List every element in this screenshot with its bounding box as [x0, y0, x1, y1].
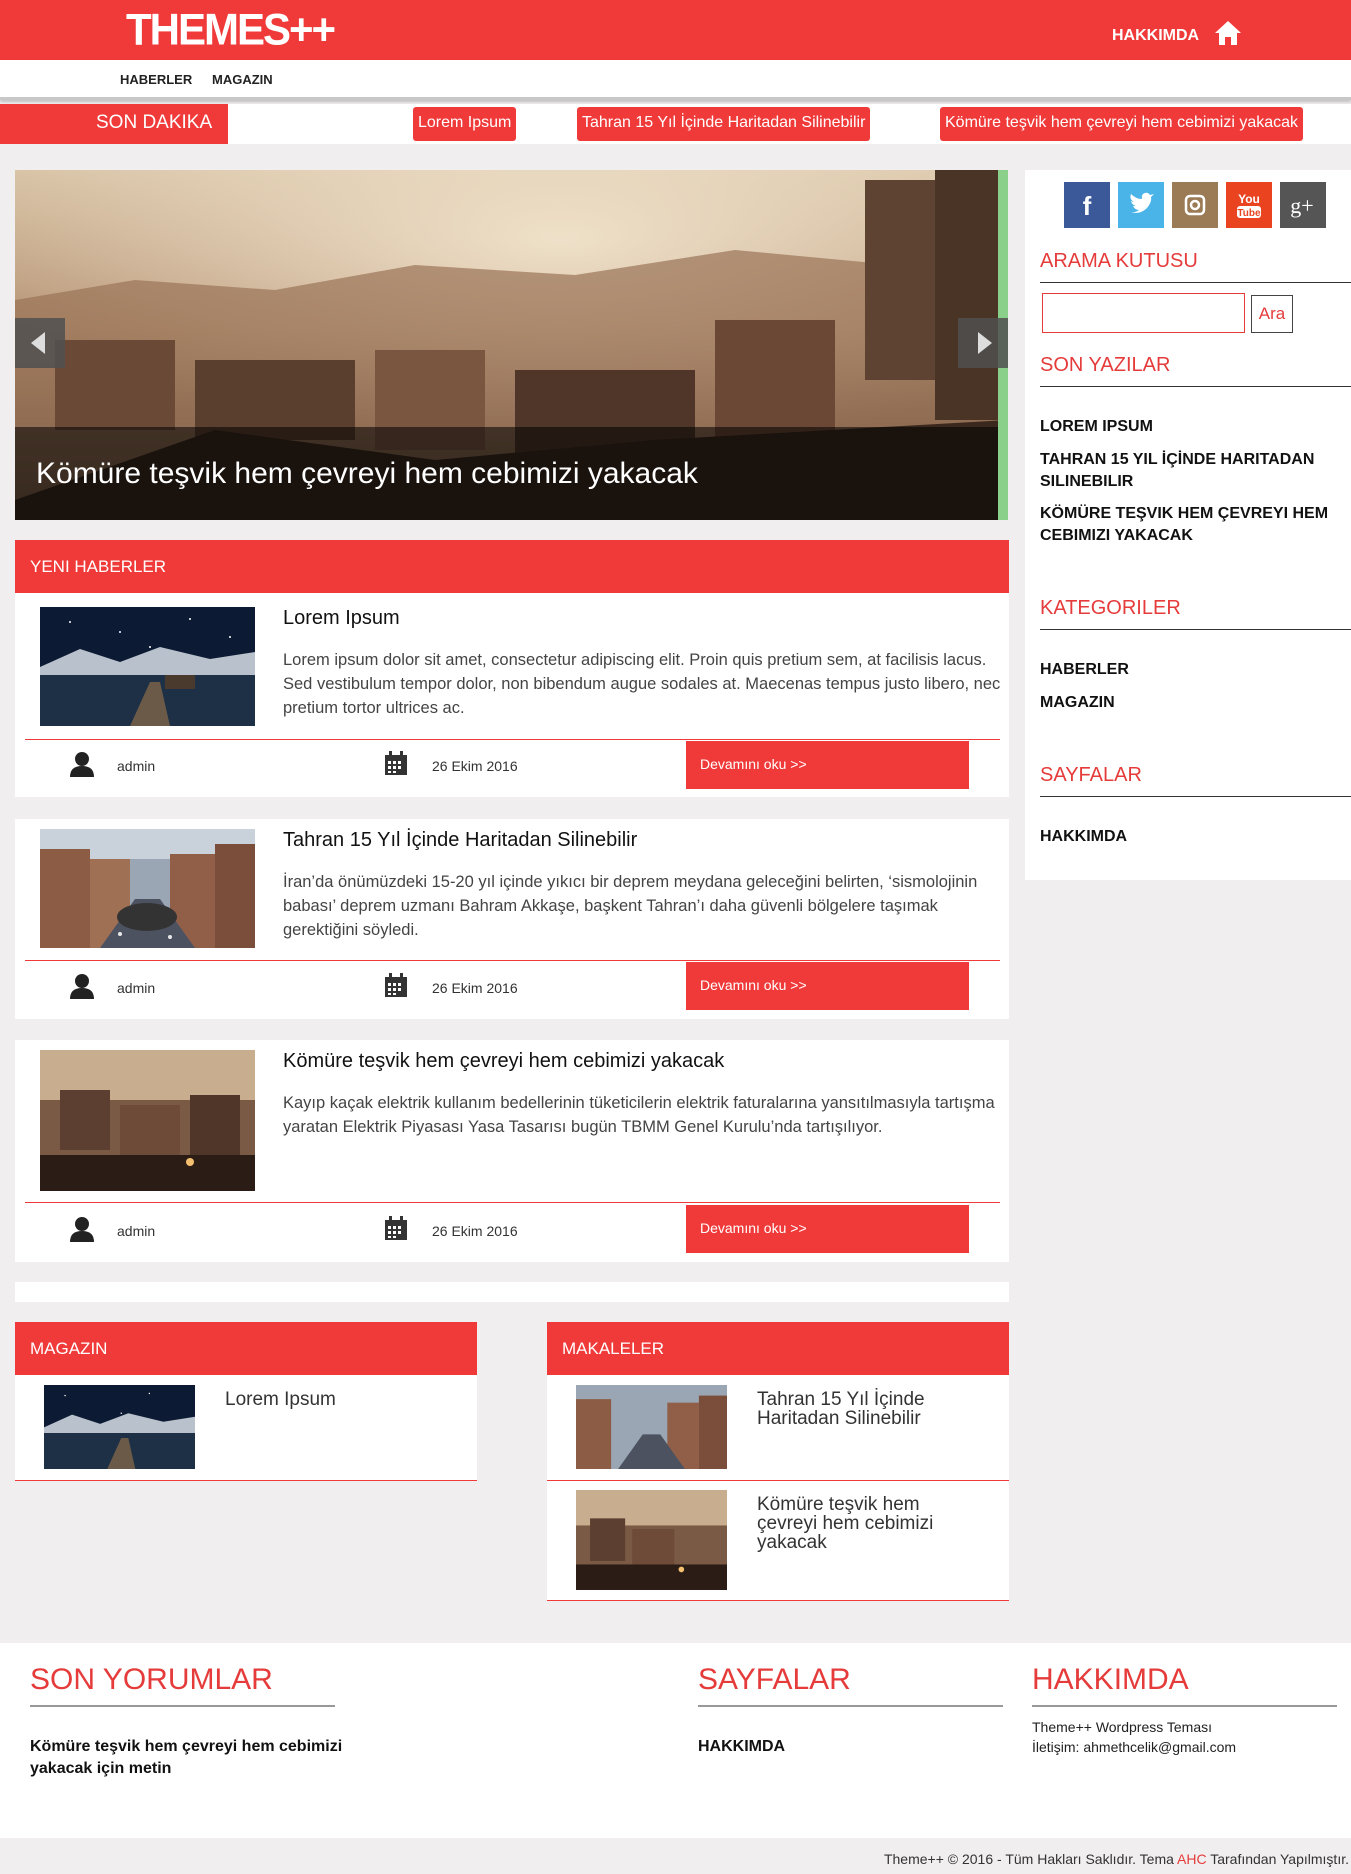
read-more-button[interactable]: Devamını oku >>	[686, 962, 969, 1010]
makaleler-heading: MAKALELER	[547, 1322, 1009, 1375]
breaking-item[interactable]: Kömüre teşvik hem çevreyi hem cebimizi y…	[940, 107, 1304, 141]
post-excerpt: Lorem ipsum dolor sit amet, consectetur …	[283, 651, 1001, 717]
footer-pages-divider	[698, 1705, 1003, 1707]
post-thumbnail[interactable]	[40, 607, 255, 726]
chevron-left-icon	[31, 332, 45, 354]
main-nav	[0, 60, 1351, 100]
user-icon	[70, 1217, 94, 1242]
slider-next-button[interactable]	[958, 318, 1008, 368]
calendar-icon	[385, 751, 407, 775]
news-section-heading: YENI HABERLER	[15, 540, 1009, 593]
search-button[interactable]: Ara	[1251, 295, 1293, 333]
footer-comments-heading: SON YORUMLAR	[30, 1663, 273, 1696]
makaleler-divider	[547, 1600, 1009, 1601]
post-date: 26 Ekim 2016	[432, 1223, 518, 1239]
copyright-prefix: Theme++ © 2016 - Tüm Hakları Saklıdır. T…	[883, 1851, 1178, 1867]
categories-heading: KATEGORILER	[1040, 597, 1181, 619]
recent-post-link[interactable]: TAHRAN 15 YIL İÇİNDE HARITADAN SILINEBIL…	[1040, 449, 1330, 493]
slider-caption[interactable]: Kömüre teşvik hem çevreyi hem cebimizi y…	[36, 457, 698, 491]
twitter-icon[interactable]	[1118, 182, 1164, 228]
facebook-icon[interactable]: f	[1064, 182, 1110, 228]
post-excerpt: İran’da önümüzdeki 15-20 yıl içinde yıkı…	[283, 873, 978, 939]
chevron-right-icon	[978, 332, 992, 354]
magazin-item-title[interactable]: Lorem Ipsum	[225, 1390, 425, 1409]
read-more-button[interactable]: Devamını oku >>	[686, 741, 969, 789]
copyright-suffix: Tarafından Yapılmıştır.	[1206, 1851, 1349, 1867]
post-title[interactable]: Lorem Ipsum	[283, 607, 400, 630]
calendar-icon	[385, 1216, 407, 1240]
post-title[interactable]: Kömüre teşvik hem çevreyi hem cebimizi y…	[283, 1050, 724, 1073]
magazin-heading: MAGAZIN	[15, 1322, 477, 1375]
post-thumbnail[interactable]	[40, 1050, 255, 1191]
makaleler-divider	[547, 1480, 1009, 1481]
svg-text:g+: g+	[1290, 193, 1313, 218]
post-thumbnail[interactable]	[40, 829, 255, 948]
svg-text:Tube: Tube	[1237, 208, 1261, 219]
page-link[interactable]: HAKKIMDA	[1040, 826, 1330, 848]
user-icon	[70, 974, 94, 999]
copyright-text: Theme++ © 2016 - Tüm Hakları Saklıdır. T…	[884, 1851, 1349, 1867]
breaking-label: SON DAKIKA	[0, 104, 228, 144]
footer-about-text: Theme++ Wordpress Teması İletişim: ahmet…	[1032, 1719, 1237, 1755]
svg-text:You: You	[1238, 192, 1260, 206]
post-author[interactable]: admin	[117, 758, 155, 774]
pagination-strip	[15, 1282, 1009, 1302]
footer-pages-heading: SAYFALAR	[698, 1663, 851, 1696]
recent-post-link[interactable]: KÖMÜRE TEŞVIK HEM ÇEVREYI HEM CEBIMIZI Y…	[1040, 503, 1330, 547]
post-title[interactable]: Tahran 15 Yıl İçinde Haritadan Silinebil…	[283, 829, 637, 852]
post-excerpt: Kayıp kaçak elektrik kullanım bedellerin…	[283, 1094, 995, 1136]
site-logo[interactable]: THEMES++	[126, 5, 336, 55]
footer-comments-divider	[30, 1705, 335, 1707]
youtube-icon[interactable]: You Tube	[1226, 182, 1272, 228]
nav-item-magazin[interactable]: MAGAZIN	[212, 72, 273, 87]
makaleler-item-title[interactable]: Tahran 15 Yıl İçinde Haritadan Silinebil…	[757, 1390, 957, 1428]
recent-posts-divider	[1040, 386, 1351, 387]
recent-post-link[interactable]: LOREM IPSUM	[1040, 416, 1330, 438]
footer-about-heading: HAKKIMDA	[1032, 1663, 1189, 1696]
pages-heading: SAYFALAR	[1040, 764, 1142, 786]
nav-item-haberler[interactable]: HABERLER	[120, 72, 192, 87]
slider-prev-button[interactable]	[15, 318, 65, 368]
makaleler-thumbnail[interactable]	[576, 1385, 727, 1469]
header-about-link[interactable]: HAKKIMDA	[1112, 27, 1199, 45]
category-link[interactable]: HABERLER	[1040, 659, 1330, 681]
home-icon[interactable]	[1214, 20, 1242, 46]
pages-divider	[1040, 796, 1351, 797]
calendar-icon	[385, 973, 407, 997]
category-link[interactable]: MAGAZIN	[1040, 692, 1330, 714]
magazin-thumbnail[interactable]	[44, 1385, 195, 1469]
breaking-item[interactable]: Lorem Ipsum	[413, 107, 517, 141]
post-divider	[25, 960, 1000, 961]
post-divider	[25, 739, 1000, 740]
footer-about-divider	[1032, 1705, 1337, 1707]
post-divider	[25, 1202, 1000, 1203]
makaleler-item-title[interactable]: Kömüre teşvik hem çevreyi hem cebimizi y…	[757, 1495, 957, 1552]
svg-text:f: f	[1083, 191, 1092, 221]
magazin-divider	[15, 1480, 477, 1481]
breaking-item[interactable]: Tahran 15 Yıl İçinde Haritadan Silinebil…	[577, 107, 871, 141]
post-author[interactable]: admin	[117, 980, 155, 996]
user-icon	[70, 752, 94, 777]
search-input[interactable]	[1042, 293, 1245, 333]
recent-posts-heading: SON YAZILAR	[1040, 354, 1171, 376]
makaleler-thumbnail[interactable]	[576, 1490, 727, 1590]
footer-comment[interactable]: Kömüre teşvik hem çevreyi hem cebimizi y…	[30, 1736, 350, 1780]
search-widget-heading: ARAMA KUTUSU	[1040, 250, 1198, 272]
author-link[interactable]: AHC	[1177, 1851, 1207, 1867]
search-widget-divider	[1040, 282, 1351, 283]
instagram-icon[interactable]	[1172, 182, 1218, 228]
post-date: 26 Ekim 2016	[432, 980, 518, 996]
read-more-button[interactable]: Devamını oku >>	[686, 1205, 969, 1253]
post-date: 26 Ekim 2016	[432, 758, 518, 774]
categories-divider	[1040, 629, 1351, 630]
footer-page-link[interactable]: HAKKIMDA	[698, 1736, 785, 1758]
post-author[interactable]: admin	[117, 1223, 155, 1239]
google-plus-icon[interactable]: g+	[1280, 182, 1326, 228]
